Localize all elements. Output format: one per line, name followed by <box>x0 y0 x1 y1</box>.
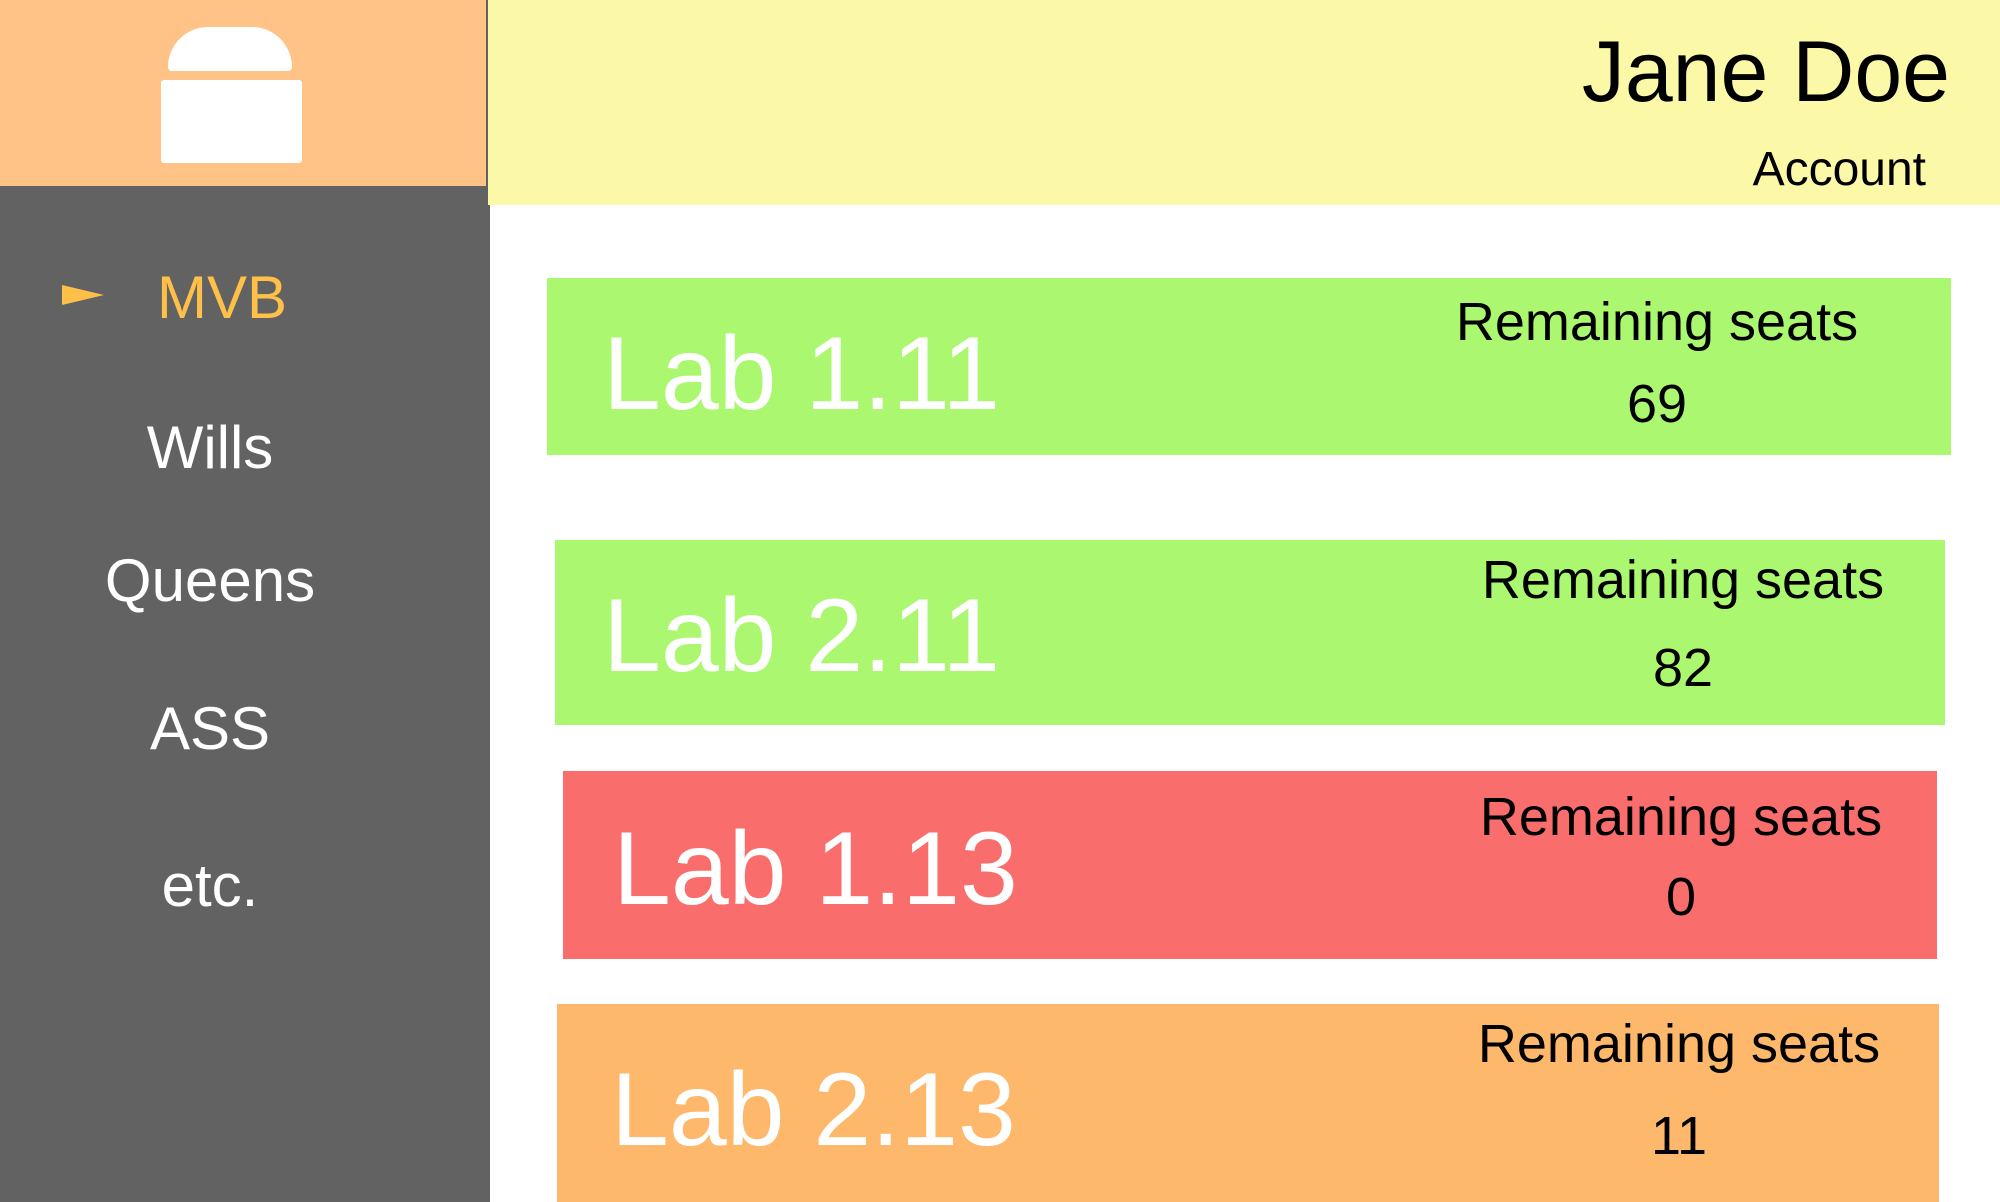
remaining-seats-label: Remaining seats <box>1455 292 1859 352</box>
logo-area[interactable] <box>0 0 486 186</box>
sidebar-item-queens[interactable]: Queens <box>0 546 420 616</box>
lab-name: Lab 2.11 <box>603 578 1001 694</box>
lab-card[interactable]: Lab 2.13 Remaining seats 11 <box>557 1004 1939 1202</box>
remaining-seats-label: Remaining seats <box>1481 550 1885 610</box>
user-name: Jane Doe <box>1581 24 1950 120</box>
lab-card[interactable]: Lab 1.11 Remaining seats 69 <box>547 278 1951 455</box>
lab-name: Lab 1.11 <box>603 316 1001 432</box>
remaining-seats-label: Remaining seats <box>1479 787 1883 847</box>
lab-name: Lab 1.13 <box>613 811 1018 927</box>
sidebar-item-mvb[interactable]: MVB <box>0 263 444 333</box>
remaining-seats-count: 69 <box>1626 374 1688 434</box>
sidebar-item-wills[interactable]: Wills <box>0 413 420 483</box>
remaining-seats-count: 0 <box>1665 867 1697 927</box>
header: Jane Doe Account <box>488 0 2000 205</box>
lab-name: Lab 2.13 <box>611 1052 1016 1168</box>
remaining-seats-count: 11 <box>1650 1106 1708 1166</box>
sidebar-item-ass[interactable]: ASS <box>0 694 420 764</box>
remaining-seats-label: Remaining seats <box>1477 1014 1881 1074</box>
account-link[interactable]: Account <box>1753 140 1926 200</box>
lab-card[interactable]: Lab 1.13 Remaining seats 0 <box>563 771 1937 959</box>
sidebar: MVB Wills Queens ASS etc. <box>0 0 490 1202</box>
sidebar-item-etc[interactable]: etc. <box>0 851 420 921</box>
lab-card[interactable]: Lab 2.11 Remaining seats 82 <box>555 540 1945 725</box>
remaining-seats-count: 82 <box>1652 638 1714 698</box>
